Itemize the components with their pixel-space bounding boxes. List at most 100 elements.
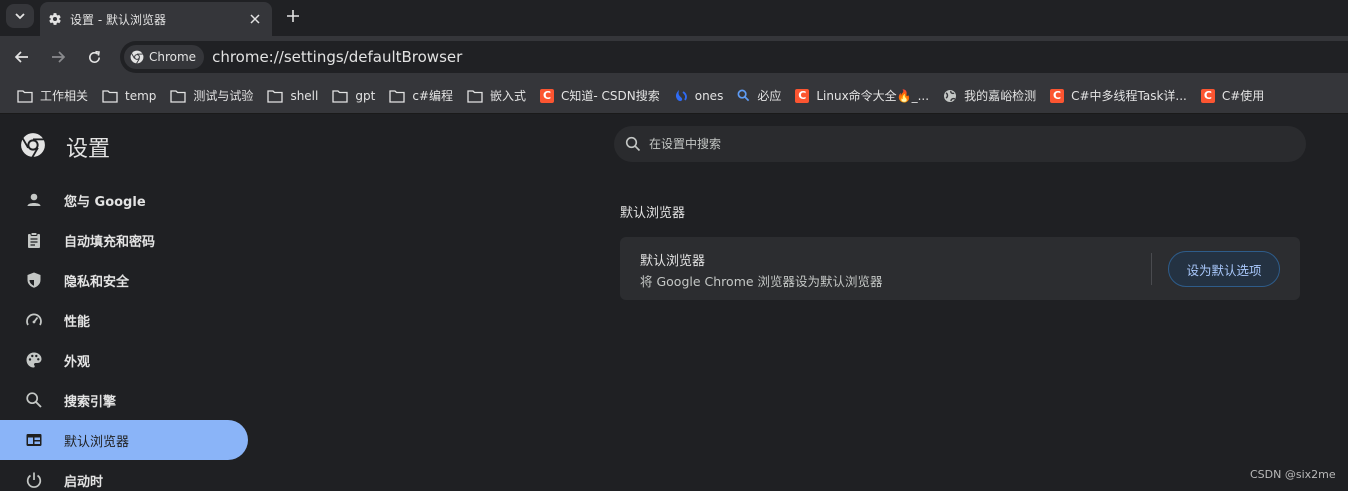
- tab-search-button[interactable]: [6, 4, 34, 28]
- sidebar-item-label: 您与 Google: [64, 194, 146, 210]
- csdn-icon: C: [795, 88, 810, 103]
- tab-settings[interactable]: 设置 - 默认浏览器: [40, 2, 272, 36]
- sidebar-item-default-browser[interactable]: 默认浏览器: [0, 420, 248, 460]
- reload-button[interactable]: [81, 44, 107, 70]
- folder-icon: [467, 89, 483, 103]
- bookmark-folder[interactable]: 嵌入式: [460, 83, 533, 109]
- folder-icon: [389, 89, 405, 103]
- bookmark-link[interactable]: C Linux命令大全🔥_...: [788, 83, 936, 109]
- speedometer-icon: [24, 310, 44, 330]
- bookmark-folder[interactable]: temp: [95, 83, 163, 109]
- bookmark-label: shell: [290, 88, 319, 103]
- page-title: 设置: [66, 137, 111, 162]
- settings-search[interactable]: [614, 126, 1306, 162]
- bookmark-link[interactable]: 我的嘉峪检测: [936, 83, 1043, 109]
- close-icon: [250, 14, 260, 24]
- card-title: 默认浏览器: [640, 254, 706, 269]
- bookmark-link[interactable]: ones: [667, 83, 731, 109]
- person-icon: [24, 190, 44, 210]
- make-default-button[interactable]: 设为默认选项: [1168, 251, 1280, 287]
- browser-window-icon: [24, 430, 44, 450]
- sidebar-item-label: 性能: [64, 314, 91, 330]
- bookmark-label: C#使用: [1221, 89, 1265, 103]
- chrome-logo-icon: [130, 50, 144, 64]
- bookmark-label: C#中多线程Task详...: [1071, 89, 1187, 103]
- site-info-chip-label: Chrome: [149, 50, 197, 64]
- bookmark-label: 工作相关: [40, 89, 89, 103]
- url-text[interactable]: chrome://settings/defaultBrowser: [212, 48, 462, 66]
- bing-search-icon: [737, 89, 750, 102]
- section-title: 默认浏览器: [620, 206, 686, 221]
- bookmark-folder[interactable]: shell: [260, 83, 325, 109]
- card-subtitle: 将 Google Chrome 浏览器设为默认浏览器: [640, 274, 883, 289]
- sidebar-item-label: 自动填充和密码: [64, 234, 156, 250]
- clipboard-icon: [24, 230, 44, 250]
- site-info-chip[interactable]: Chrome: [124, 45, 205, 69]
- sidebar-item-label: 默认浏览器: [64, 434, 130, 450]
- bookmark-folder[interactable]: 测试与试验: [163, 83, 260, 109]
- sidebar-item-privacy[interactable]: 隐私和安全: [0, 260, 248, 300]
- settings-sidebar: 您与 Google 自动填充和密码 隐私和安全 性能 外观 搜索引擎 默认浏览器: [0, 180, 260, 491]
- bookmark-label: 测试与试验: [193, 89, 254, 103]
- arrow-left-icon: [14, 51, 28, 63]
- chrome-logo-icon: [21, 133, 45, 158]
- folder-icon: [332, 89, 349, 103]
- bookmark-link[interactable]: C C#中多线程Task详...: [1043, 83, 1194, 109]
- sidebar-item-label: 搜索引擎: [64, 394, 117, 410]
- bookmark-label: ones: [694, 88, 724, 103]
- plus-icon: [287, 10, 299, 22]
- search-input[interactable]: [649, 137, 1249, 151]
- sidebar-item-search-engine[interactable]: 搜索引擎: [0, 380, 248, 420]
- bookmark-label: c#编程: [412, 89, 453, 103]
- sidebar-item-you-and-google[interactable]: 您与 Google: [0, 180, 248, 220]
- power-icon: [24, 470, 44, 490]
- bookmark-label: 嵌入式: [489, 89, 526, 103]
- address-bar[interactable]: Chrome chrome://settings/defaultBrowser: [120, 41, 1348, 73]
- bookmark-folder[interactable]: gpt: [325, 83, 382, 109]
- tab-close-button[interactable]: [246, 10, 264, 28]
- chevron-down-icon: [15, 13, 25, 20]
- bookmark-link[interactable]: C C知道- CSDN搜索: [533, 83, 667, 109]
- sidebar-item-autofill[interactable]: 自动填充和密码: [0, 220, 248, 260]
- bookmark-label: Linux命令大全🔥_...: [816, 89, 930, 103]
- sidebar-item-appearance[interactable]: 外观: [0, 340, 248, 380]
- palette-icon: [24, 350, 44, 370]
- folder-icon: [17, 89, 33, 103]
- folder-icon: [102, 89, 118, 103]
- csdn-icon: C: [1050, 88, 1065, 103]
- back-button[interactable]: [9, 44, 35, 70]
- folder-icon: [267, 89, 284, 103]
- folder-icon: [170, 89, 187, 103]
- watermark: CSDN @six2me: [1250, 468, 1336, 481]
- tab-title: 设置 - 默认浏览器: [70, 12, 166, 27]
- settings-logo: [20, 132, 46, 162]
- toolbar: Chrome chrome://settings/defaultBrowser: [0, 36, 1348, 78]
- reload-icon: [88, 50, 100, 63]
- sidebar-item-label: 启动时: [64, 474, 104, 490]
- bookmark-folder[interactable]: c#编程: [382, 83, 460, 109]
- arrow-right-icon: [52, 51, 66, 63]
- csdn-icon: C: [539, 88, 554, 103]
- shield-icon: [24, 270, 44, 290]
- sidebar-item-label: 隐私和安全: [64, 274, 130, 290]
- ones-icon: [675, 89, 687, 101]
- csdn-icon: C: [1200, 88, 1215, 103]
- sidebar-item-label: 外观: [64, 354, 91, 370]
- bookmark-link[interactable]: C C#使用: [1194, 83, 1271, 109]
- bookmark-folder[interactable]: 工作相关: [10, 83, 95, 109]
- bookmark-label: gpt: [355, 88, 376, 103]
- new-tab-button[interactable]: [280, 4, 306, 28]
- search-icon: [24, 390, 44, 410]
- sidebar-item-on-startup[interactable]: 启动时: [0, 460, 248, 491]
- sidebar-item-performance[interactable]: 性能: [0, 300, 248, 340]
- bookmarks-bar: 工作相关 temp 测试与试验 shell gpt c#编程 嵌入式 C C知道: [0, 78, 1348, 114]
- bookmark-label: C知道- CSDN搜索: [560, 89, 660, 103]
- card-divider: [1151, 253, 1152, 285]
- gear-icon: [49, 13, 61, 25]
- bookmark-label: 必应: [757, 89, 782, 103]
- bookmark-link[interactable]: 必应: [730, 83, 788, 109]
- bookmark-label: temp: [125, 88, 157, 103]
- forward-button[interactable]: [45, 44, 71, 70]
- browser-window: 设置 - 默认浏览器 Chrome chrome://settings/defa…: [0, 0, 1348, 491]
- search-icon: [625, 136, 641, 152]
